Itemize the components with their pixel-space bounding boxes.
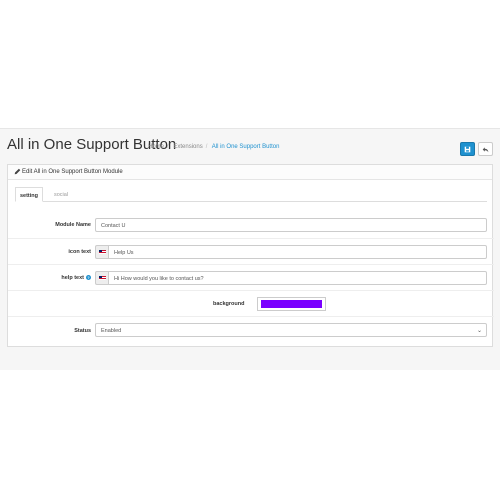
uk-flag-icon bbox=[99, 250, 106, 254]
page-container: All in One Support Button Home / Extensio… bbox=[0, 128, 500, 370]
background-color-picker[interactable] bbox=[257, 297, 326, 311]
form-row-help-text: help text? Hi How would you like to cont… bbox=[8, 264, 494, 290]
reply-icon bbox=[482, 146, 489, 152]
icon-text-label: icon text bbox=[68, 249, 91, 255]
help-text-label-wrap: help text? bbox=[61, 275, 91, 281]
pencil-icon bbox=[14, 168, 21, 175]
module-panel: Edit All in One Support Button Module se… bbox=[7, 164, 494, 347]
tab-setting[interactable]: setting bbox=[15, 187, 43, 202]
help-text-input[interactable]: Hi How would you like to contact us? bbox=[108, 271, 487, 285]
tab-social[interactable]: social bbox=[51, 187, 71, 202]
save-icon bbox=[464, 146, 471, 152]
form-row-background: background bbox=[8, 290, 494, 316]
status-label: Status bbox=[74, 328, 91, 334]
help-text-label: help text bbox=[61, 275, 84, 281]
panel-title: Edit All in One Support Button Module bbox=[22, 169, 123, 175]
chevron-down-icon: ⌄ bbox=[476, 328, 482, 334]
panel-heading: Edit All in One Support Button Module bbox=[8, 165, 492, 180]
uk-flag-icon bbox=[99, 276, 106, 280]
breadcrumb: Home / Extensions / All in One Support But… bbox=[148, 144, 280, 150]
form-row-module-name: Module Name Contact U bbox=[8, 212, 494, 238]
breadcrumb-current[interactable]: All in One Support Button bbox=[212, 144, 280, 150]
page-header: All in One Support Button Home / Extensio… bbox=[7, 135, 493, 157]
breadcrumb-extensions[interactable]: Extensions bbox=[173, 144, 202, 150]
question-icon[interactable]: ? bbox=[86, 275, 91, 281]
icon-text-input[interactable]: Help Us bbox=[108, 245, 487, 259]
background-color-swatch bbox=[261, 300, 322, 308]
form-row-icon-text: icon text Help Us bbox=[8, 238, 494, 264]
breadcrumb-home[interactable]: Home bbox=[148, 144, 164, 150]
status-select-value: Enabled bbox=[101, 328, 122, 334]
module-name-label: Module Name bbox=[55, 222, 91, 228]
language-flag-addon bbox=[95, 245, 109, 259]
form-row-status: Status Enabled ⌄ bbox=[8, 316, 494, 347]
save-button[interactable] bbox=[460, 142, 475, 156]
status-select[interactable]: Enabled ⌄ bbox=[95, 323, 487, 337]
language-flag-addon bbox=[95, 271, 109, 285]
tab-bar: setting social bbox=[15, 187, 487, 202]
background-label: background bbox=[213, 301, 245, 307]
module-name-input[interactable]: Contact U bbox=[95, 218, 487, 232]
back-button[interactable] bbox=[478, 142, 493, 156]
